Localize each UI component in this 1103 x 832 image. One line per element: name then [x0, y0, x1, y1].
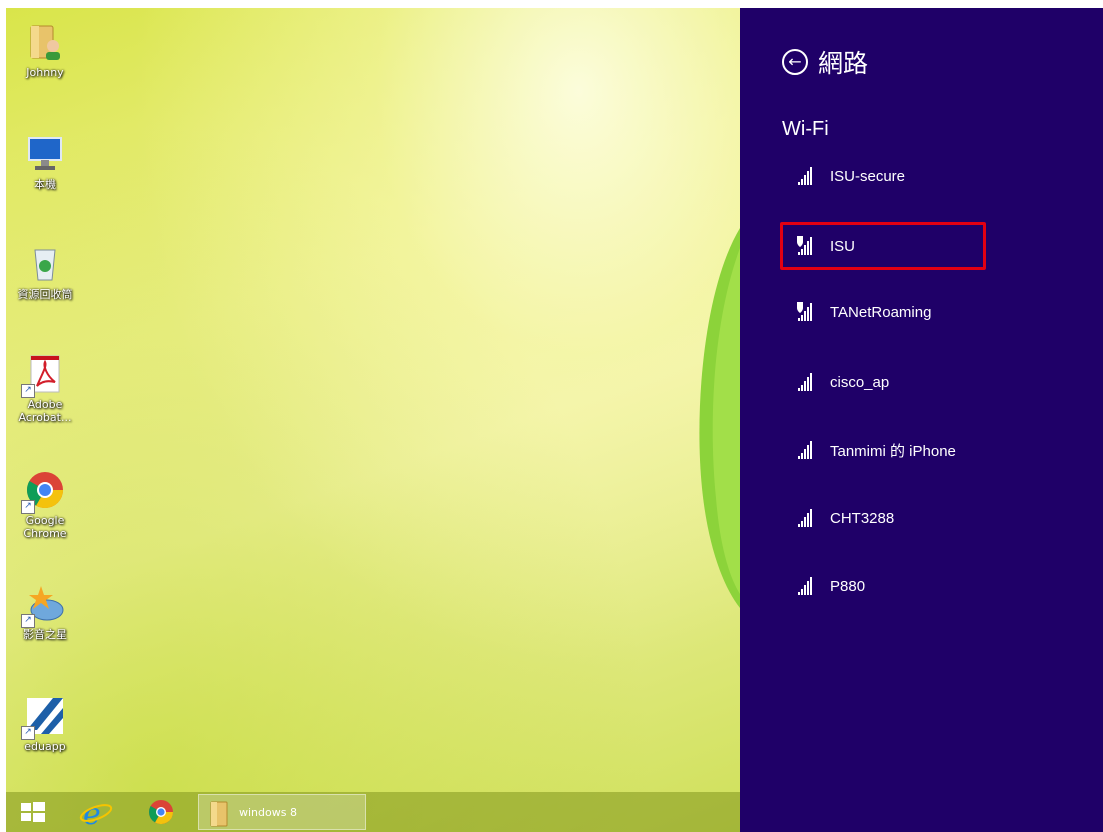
windows-logo-icon — [21, 802, 45, 822]
desktop-icon-label: Adobe Acrobat... — [18, 398, 72, 424]
wifi-signal-icon — [798, 167, 812, 185]
wifi-network-item[interactable]: cisco_ap — [790, 366, 889, 398]
chrome-icon — [149, 800, 173, 825]
shortcut-arrow-icon: ↗ — [21, 614, 35, 628]
desktop-icon-adobe-acrobat[interactable]: ↗ Adobe Acrobat... — [10, 352, 80, 424]
taskbar-task-label: windows 8 — [239, 806, 297, 819]
desktop-icon-this-pc[interactable]: 本機 — [10, 132, 80, 191]
wifi-signal-icon — [798, 441, 812, 459]
desktop-icon-eduapp[interactable]: ↗ eduapp — [10, 694, 80, 753]
wifi-secured-signal-icon — [797, 302, 812, 321]
leaf-decoration — [699, 228, 740, 608]
shortcut-arrow-icon: ↗ — [21, 384, 35, 398]
wifi-network-item[interactable]: ISU — [790, 230, 855, 262]
chrome-icon: ↗ — [21, 468, 67, 514]
screen: Johnny 本機 資源回收筒 ↗ Adobe Acrobat... ↗ Goo… — [6, 8, 1103, 832]
wifi-network-name: ISU-secure — [830, 167, 906, 185]
wifi-network-name: CHT3288 — [830, 509, 895, 527]
eduapp-icon: ↗ — [21, 694, 67, 740]
recycle-bin-icon — [23, 242, 67, 286]
wifi-network-name: P880 — [830, 577, 866, 595]
wifi-network-item[interactable]: CHT3288 — [790, 502, 894, 534]
media-player-icon: ↗ — [21, 582, 67, 628]
wifi-network-name: TANetRoaming — [830, 303, 932, 321]
user-folder-icon — [23, 20, 67, 64]
wifi-section-heading: Wi-Fi — [782, 118, 829, 140]
svg-text:e: e — [83, 797, 101, 832]
desktop-icon-johnny[interactable]: Johnny — [10, 20, 80, 79]
wifi-network-item[interactable]: ISU-secure — [790, 160, 905, 192]
panel-header: ← 網路 — [782, 44, 868, 80]
taskbar: e windows 8 — [6, 792, 740, 832]
wifi-network-name: cisco_ap — [830, 373, 890, 391]
wifi-signal-icon — [798, 373, 812, 391]
internet-explorer-icon: e — [79, 797, 113, 832]
desktop-icon-label: 影音之星 — [23, 628, 67, 641]
wifi-network-item[interactable]: P880 — [790, 570, 865, 602]
back-arrow-icon[interactable]: ← — [782, 49, 808, 75]
wifi-network-item[interactable]: Tanmimi 的 iPhone — [790, 434, 956, 466]
wifi-signal-icon — [798, 509, 812, 527]
wifi-network-name: Tanmimi 的 iPhone — [830, 442, 956, 460]
desktop-icon-label: Johnny — [26, 66, 64, 79]
folder-icon — [210, 801, 228, 827]
wifi-secured-signal-icon — [797, 236, 812, 255]
wifi-network-item[interactable]: TANetRoaming — [790, 296, 931, 328]
wifi-network-name: ISU — [830, 237, 856, 255]
start-button[interactable] — [6, 792, 60, 832]
computer-icon — [23, 132, 67, 176]
desktop-icon-media-star[interactable]: ↗ 影音之星 — [10, 582, 80, 641]
shortcut-arrow-icon: ↗ — [21, 500, 35, 514]
desktop-icon-recycle-bin[interactable]: 資源回收筒 — [10, 242, 80, 301]
desktop-icon-google-chrome[interactable]: ↗ Google Chrome — [10, 468, 80, 540]
desktop-icon-label: Google Chrome — [23, 514, 67, 540]
desktop-icon-label: 本機 — [34, 178, 56, 191]
desktop: Johnny 本機 資源回收筒 ↗ Adobe Acrobat... ↗ Goo… — [6, 8, 740, 832]
network-panel: ← 網路 Wi-Fi ISU-secure ISU TANetRoaming c… — [740, 8, 1103, 832]
adobe-acrobat-icon: ↗ — [21, 352, 67, 398]
wifi-signal-icon — [798, 577, 812, 595]
panel-title: 網路 — [818, 49, 869, 78]
shortcut-arrow-icon: ↗ — [21, 726, 35, 740]
desktop-icon-label: eduapp — [24, 740, 66, 753]
taskbar-task-windows8[interactable]: windows 8 — [198, 794, 366, 830]
desktop-icon-label: 資源回收筒 — [17, 288, 73, 301]
internet-explorer-button[interactable]: e — [70, 792, 124, 832]
chrome-taskbar-button[interactable] — [134, 792, 188, 832]
